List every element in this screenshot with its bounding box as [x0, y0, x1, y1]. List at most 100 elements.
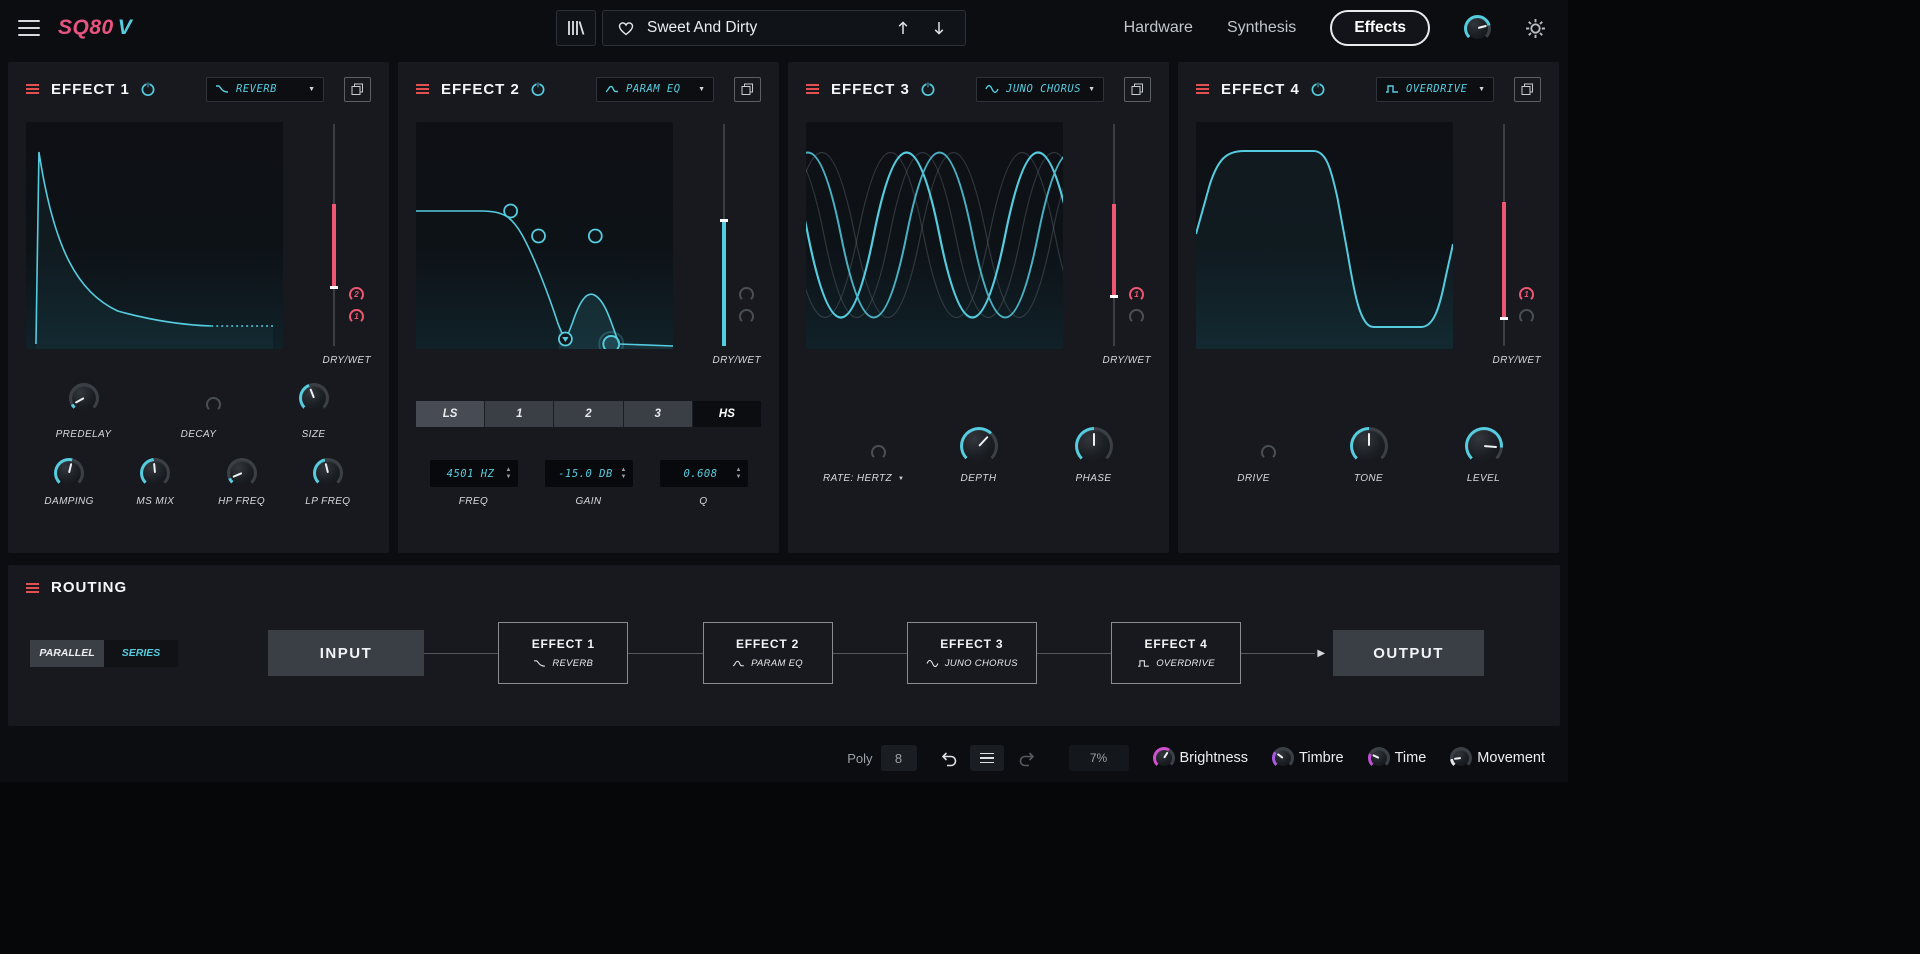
effect1-copy-button[interactable] [344, 76, 371, 102]
chorus-sine-icon [926, 659, 939, 668]
effect4-drywet-slider[interactable] [1499, 124, 1509, 346]
effect1-size-knob[interactable] [298, 383, 329, 413]
macro-brightness-knob[interactable] [1152, 747, 1175, 769]
effect2-eq-display[interactable] [416, 122, 673, 349]
effect1-type-select[interactable]: REVERB ▼ [206, 76, 324, 102]
effect2-q-field[interactable]: 0.608 ▲ ▼ [659, 460, 748, 487]
mod-amount-ring[interactable] [870, 445, 886, 460]
eq-selected-band-handle[interactable] [602, 335, 621, 349]
power-icon [921, 81, 935, 97]
band-1-button[interactable]: 1 [485, 401, 555, 427]
effect2-power-button[interactable] [530, 81, 546, 97]
mod-amount-ring[interactable] [1519, 309, 1534, 324]
effect3-power-button[interactable] [920, 81, 936, 97]
effect1-reverb-display[interactable] [26, 122, 283, 349]
mod-amount-ring[interactable] [205, 397, 221, 412]
effect2-freq-field[interactable]: 4501 HZ ▲ ▼ [429, 460, 518, 487]
macro-time-knob[interactable] [1367, 747, 1390, 769]
effect1-power-button[interactable] [140, 81, 156, 97]
effect3-copy-button[interactable] [1124, 76, 1151, 102]
macro-timbre-knob[interactable] [1272, 747, 1295, 769]
favorite-heart-icon[interactable] [617, 19, 635, 37]
stepper-arrows-icon[interactable]: ▲ ▼ [506, 467, 512, 480]
mod-amount-ring[interactable] [1260, 445, 1276, 460]
main-menu-button[interactable] [18, 15, 40, 41]
mod-amount-ring[interactable]: 1 [349, 309, 364, 324]
effect4-level-knob[interactable] [1464, 427, 1503, 465]
previous-preset-button[interactable] [891, 20, 915, 36]
band-ls-button[interactable]: LS [416, 401, 486, 427]
effect1-damping-knob[interactable] [54, 458, 85, 488]
effect3-type-select[interactable]: JUNO CHORUS ▼ [976, 76, 1104, 102]
mod-amount-ring[interactable]: 1 [1129, 287, 1144, 302]
reverb-icon [216, 85, 229, 93]
mod-amount-ring[interactable] [739, 309, 754, 324]
effect3-chorus-display[interactable] [806, 122, 1063, 349]
slider-handle[interactable] [720, 219, 728, 223]
mod-amount-ring[interactable]: 1 [1519, 287, 1534, 302]
history-button[interactable] [969, 745, 1004, 771]
knob-label: DAMPING [44, 496, 94, 507]
effect3-rate-mode-select[interactable]: RATE: HERTZ ▼ [823, 473, 904, 484]
effect1-drywet-slider[interactable] [329, 124, 339, 346]
effect4-copy-button[interactable] [1514, 76, 1541, 102]
effect4-section-menu-icon[interactable] [1196, 82, 1209, 96]
poly-count[interactable]: 8 [880, 745, 917, 771]
routing-mode-parallel[interactable]: PARALLEL [30, 639, 104, 667]
tab-effects[interactable]: Effects [1330, 10, 1430, 46]
tab-synthesis[interactable]: Synthesis [1227, 19, 1296, 37]
effect4-type-select[interactable]: OVERDRIVE ▼ [1376, 76, 1494, 102]
routing-effect1-node[interactable]: EFFECT 1 REVERB [498, 622, 629, 684]
preset-browser-button[interactable] [556, 10, 596, 46]
stepper-arrows-icon[interactable]: ▲ ▼ [736, 467, 742, 480]
effect2-section-menu-icon[interactable] [416, 82, 429, 96]
routing-effect3-node[interactable]: EFFECT 3 JUNO CHORUS [906, 622, 1037, 684]
mod-amount-ring[interactable]: 2 [349, 287, 364, 302]
effect4-overdrive-display[interactable] [1196, 122, 1453, 349]
master-volume-knob[interactable] [1464, 14, 1491, 42]
effect3-depth-knob[interactable] [959, 427, 998, 465]
undo-button[interactable] [939, 750, 958, 767]
effect1-hpfreq-knob[interactable] [226, 458, 257, 488]
effect2-copy-button[interactable] [734, 76, 761, 102]
effect1-lpfreq-knob[interactable] [312, 458, 343, 488]
mod-amount-ring[interactable] [739, 287, 754, 302]
eq-band-handle[interactable] [587, 228, 603, 244]
effect3-drywet-slider[interactable] [1109, 124, 1119, 346]
cpu-meter[interactable]: 7% [1068, 745, 1129, 771]
stepper-arrows-icon[interactable]: ▲ ▼ [621, 467, 627, 480]
settings-gear-icon[interactable] [1525, 18, 1546, 39]
routing-effect2-node[interactable]: EFFECT 2 PARAM EQ [702, 622, 833, 684]
mod-amount-ring[interactable] [1129, 309, 1144, 324]
redo-button[interactable] [1018, 750, 1037, 767]
effect2-drywet-slider[interactable] [719, 124, 729, 346]
effect1-predelay-knob[interactable] [68, 383, 99, 413]
next-preset-button[interactable] [927, 20, 951, 36]
macro-movement-knob[interactable] [1450, 747, 1473, 769]
effect4-tone-knob[interactable] [1349, 427, 1388, 465]
effect1-msmix-knob[interactable] [140, 458, 171, 488]
effect4-power-button[interactable] [1310, 81, 1326, 97]
eq-band-handle[interactable] [503, 203, 519, 219]
band-hs-button[interactable]: HS [692, 401, 762, 427]
effect3-section-menu-icon[interactable] [806, 82, 819, 96]
routing-section-menu-icon[interactable] [26, 581, 39, 595]
effect2-gain-field[interactable]: -15.0 DB ▲ ▼ [544, 460, 633, 487]
slider-handle[interactable] [330, 286, 338, 290]
slider-handle[interactable] [1110, 294, 1118, 298]
routing-effect4-node[interactable]: EFFECT 4 OVERDRIVE [1111, 622, 1242, 684]
eq-band-handle[interactable] [531, 228, 546, 244]
routing-input-node[interactable]: INPUT [268, 630, 424, 676]
band-3-button[interactable]: 3 [623, 401, 693, 427]
routing-output-node[interactable]: OUTPUT [1333, 630, 1485, 676]
effect4-type-value: OVERDRIVE [1406, 83, 1468, 95]
band-2-button[interactable]: 2 [554, 401, 624, 427]
effect1-section-menu-icon[interactable] [26, 82, 39, 96]
preset-selector[interactable]: Sweet And Dirty [602, 10, 966, 46]
effects-grid: EFFECT 1 REVERB ▼ 2 1 DRY/WET PREDELAY D… [0, 56, 1568, 553]
routing-mode-series[interactable]: SERIES [104, 639, 178, 667]
effect3-phase-knob[interactable] [1074, 427, 1113, 465]
effect2-type-select[interactable]: PARAM EQ ▼ [596, 76, 714, 102]
slider-handle[interactable] [1500, 317, 1508, 321]
tab-hardware[interactable]: Hardware [1124, 19, 1193, 37]
